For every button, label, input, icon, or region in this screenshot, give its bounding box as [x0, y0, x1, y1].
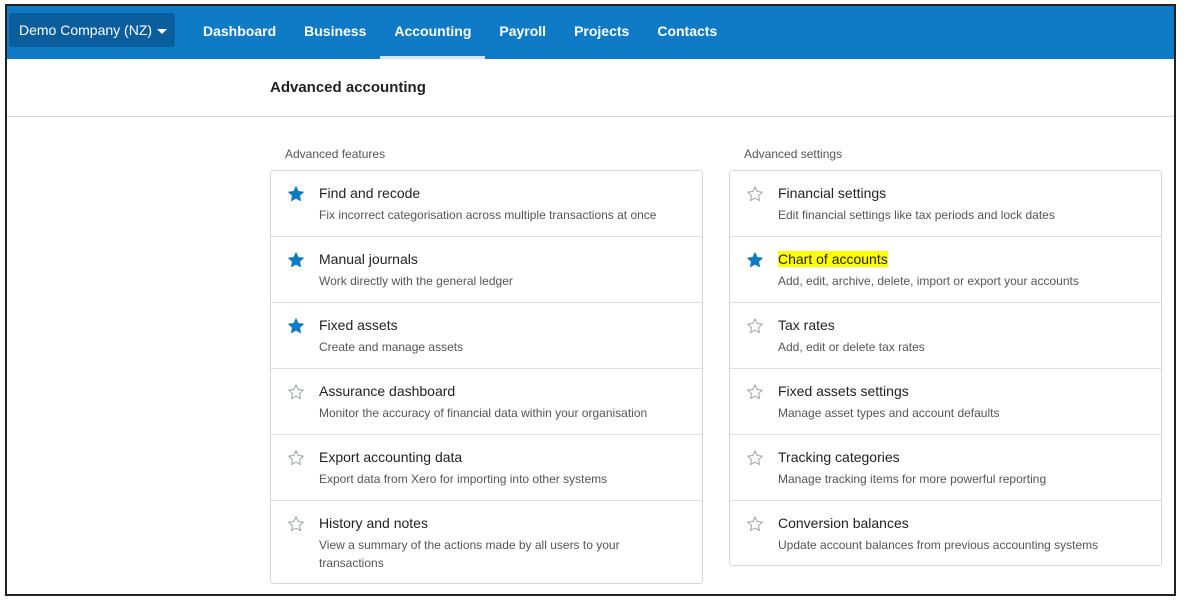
- chevron-down-icon: [157, 28, 168, 34]
- star-filled-icon[interactable]: [287, 317, 305, 335]
- item-title[interactable]: History and notes: [319, 515, 428, 531]
- section-label-settings: Advanced settings: [744, 147, 843, 161]
- tab-dashboard[interactable]: Dashboard: [189, 6, 290, 59]
- page-title: Advanced accounting: [270, 79, 426, 96]
- top-navigation-bar: Demo Company (NZ) Dashboard Business Acc…: [7, 6, 1174, 59]
- star-outline-icon[interactable]: [746, 383, 764, 401]
- star-outline-icon[interactable]: [287, 449, 305, 467]
- star-outline-icon[interactable]: [287, 383, 305, 401]
- list-item-conversion-balances[interactable]: Conversion balances Update account balanc…: [730, 501, 1161, 567]
- list-item-tax-rates[interactable]: Tax rates Add, edit or delete tax rates: [730, 303, 1161, 369]
- list-item-chart-of-accounts[interactable]: Chart of accounts Add, edit, archive, del…: [730, 237, 1161, 303]
- star-outline-icon[interactable]: [287, 515, 305, 533]
- star-outline-icon[interactable]: [746, 515, 764, 533]
- list-item-export-accounting-data[interactable]: Export accounting data Export data from X…: [271, 435, 702, 501]
- page-header: [7, 59, 1174, 117]
- tab-payroll[interactable]: Payroll: [485, 6, 560, 59]
- list-item-history-and-notes[interactable]: History and notes View a summary of the a…: [271, 501, 702, 581]
- list-item-find-and-recode[interactable]: Find and recode Fix incorrect categorisat…: [271, 171, 702, 237]
- tab-contacts[interactable]: Contacts: [643, 6, 731, 59]
- tab-business[interactable]: Business: [290, 6, 380, 59]
- tab-projects[interactable]: Projects: [560, 6, 643, 59]
- item-title[interactable]: Fixed assets settings: [778, 383, 909, 399]
- star-outline-icon[interactable]: [746, 317, 764, 335]
- app-window: Demo Company (NZ) Dashboard Business Acc…: [5, 4, 1176, 596]
- list-item-tracking-categories[interactable]: Tracking categories Manage tracking items…: [730, 435, 1161, 501]
- item-title[interactable]: Conversion balances: [778, 515, 909, 531]
- features-card: Find and recode Fix incorrect categorisat…: [270, 170, 703, 584]
- item-description: Monitor the accuracy of financial data w…: [319, 406, 648, 420]
- item-description: Fix incorrect categorisation across mult…: [319, 208, 657, 222]
- star-outline-icon[interactable]: [746, 185, 764, 203]
- item-title[interactable]: Assurance dashboard: [319, 383, 455, 399]
- star-outline-icon[interactable]: [746, 449, 764, 467]
- item-title[interactable]: Fixed assets: [319, 317, 398, 333]
- item-description: Add, edit or delete tax rates: [778, 340, 925, 354]
- organisation-name: Demo Company (NZ): [19, 22, 153, 38]
- star-filled-icon[interactable]: [746, 251, 764, 269]
- list-item-financial-settings[interactable]: Financial settings Edit financial setting…: [730, 171, 1161, 237]
- list-item-fixed-assets[interactable]: Fixed assets Create and manage assets: [271, 303, 702, 369]
- item-description: Update account balances from previous ac…: [778, 538, 1099, 552]
- item-title[interactable]: Manual journals: [319, 251, 418, 267]
- item-title[interactable]: Find and recode: [319, 185, 420, 201]
- item-title[interactable]: Export accounting data: [319, 449, 462, 465]
- main-nav: Dashboard Business Accounting Payroll Pr…: [189, 6, 731, 59]
- item-description: Manage tracking items for more powerful …: [778, 472, 1047, 486]
- item-title[interactable]: Tax rates: [778, 317, 835, 333]
- item-title[interactable]: Tracking categories: [778, 449, 900, 465]
- item-description: Create and manage assets: [319, 340, 464, 354]
- organisation-switcher[interactable]: Demo Company (NZ): [9, 13, 175, 47]
- section-label-features: Advanced features: [285, 147, 386, 161]
- item-title[interactable]: Chart of accounts: [778, 251, 888, 267]
- star-filled-icon[interactable]: [287, 185, 305, 203]
- tab-accounting[interactable]: Accounting: [380, 6, 486, 59]
- item-description: Add, edit, archive, delete, import or ex…: [778, 274, 1079, 288]
- item-description: Edit financial settings like tax periods…: [778, 208, 1055, 222]
- list-item-fixed-assets-settings[interactable]: Fixed assets settings Manage asset types …: [730, 369, 1161, 435]
- item-title[interactable]: Financial settings: [778, 185, 886, 201]
- star-filled-icon[interactable]: [287, 251, 305, 269]
- item-description: Export data from Xero for importing into…: [319, 472, 608, 486]
- item-description: Manage asset types and account defaults: [778, 406, 1000, 420]
- item-description: View a summary of the actions made by al…: [319, 538, 620, 570]
- item-description: Work directly with the general ledger: [319, 274, 513, 288]
- list-item-assurance-dashboard[interactable]: Assurance dashboard Monitor the accuracy …: [271, 369, 702, 435]
- settings-card: Financial settings Edit financial setting…: [729, 170, 1162, 566]
- list-item-manual-journals[interactable]: Manual journals Work directly with the ge…: [271, 237, 702, 303]
